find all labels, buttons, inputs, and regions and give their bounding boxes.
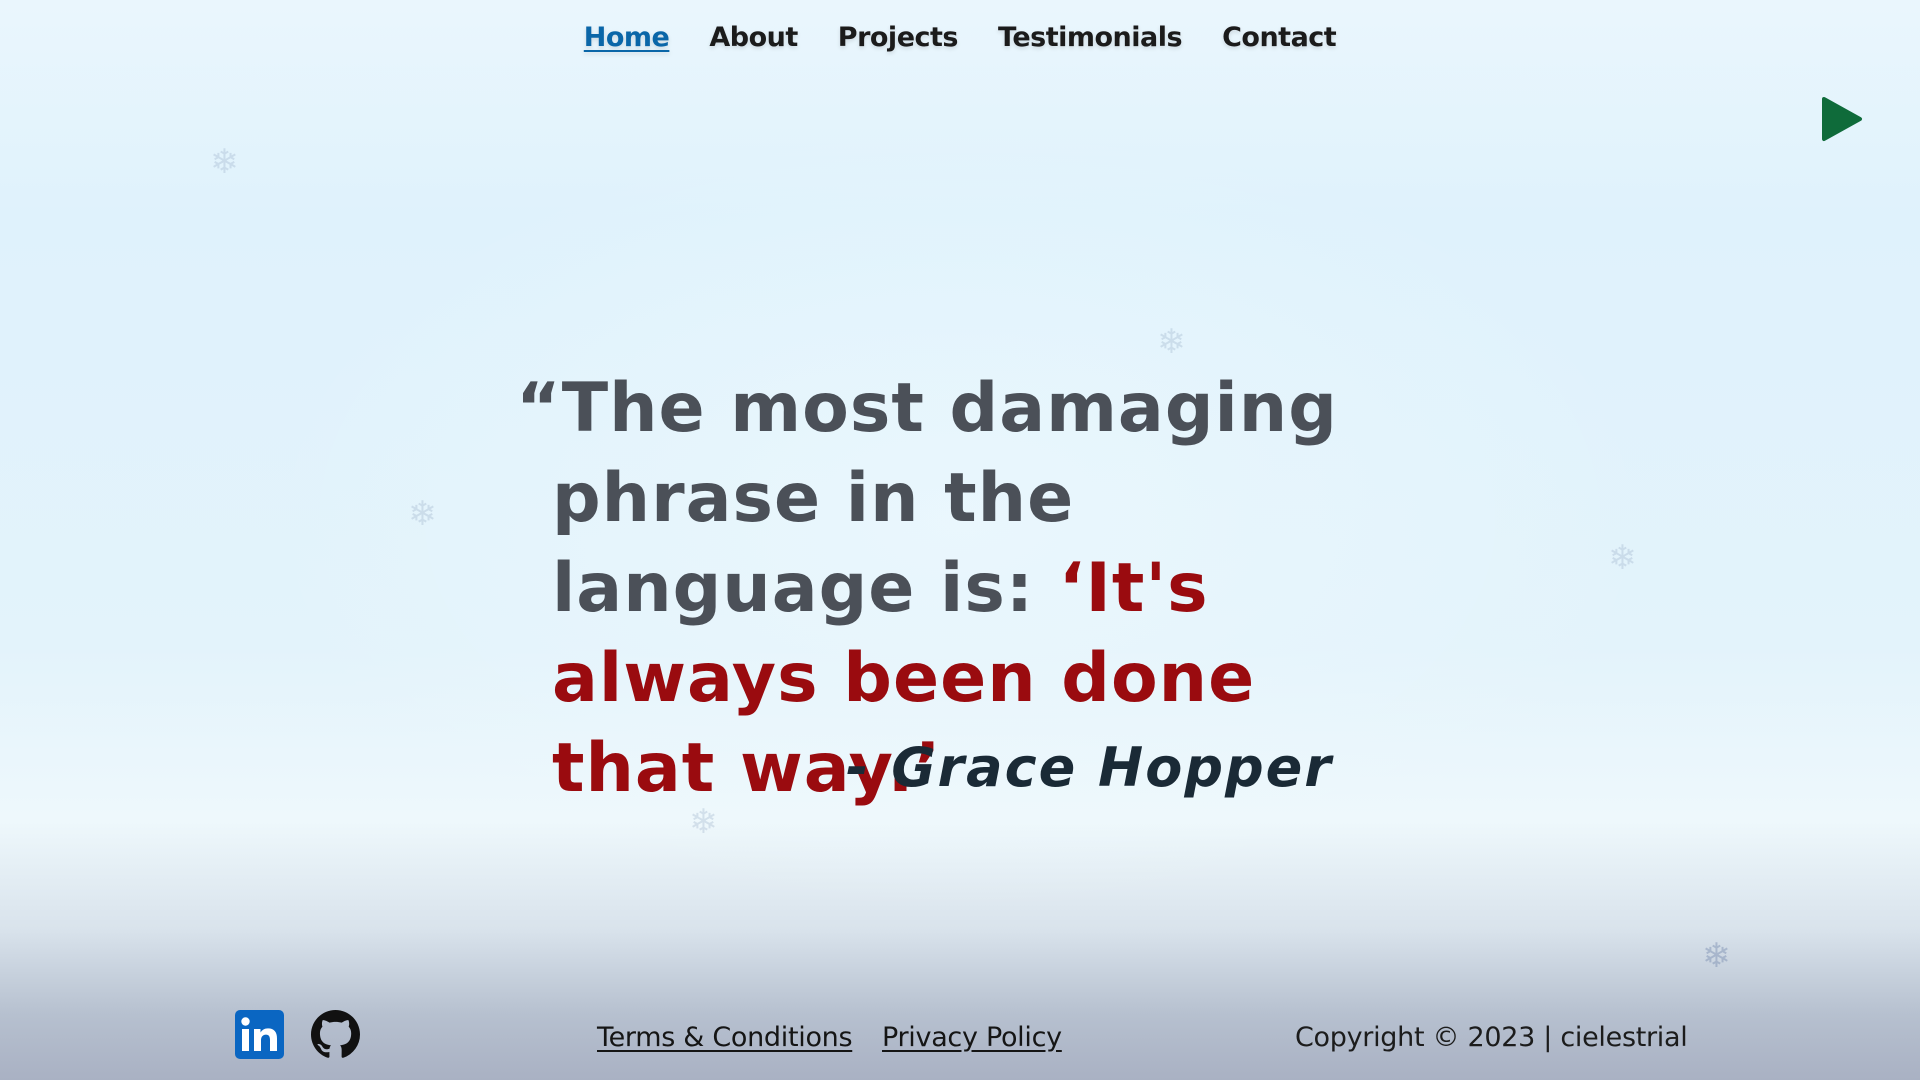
privacy-link[interactable]: Privacy Policy <box>882 1022 1062 1053</box>
snowflake-icon: ❄ <box>210 142 239 182</box>
quote-plain-text: The most damaging phrase in the language… <box>552 369 1338 628</box>
terms-link[interactable]: Terms & Conditions <box>597 1022 853 1053</box>
copyright-text: Copyright © 2023 | cielestrial <box>1295 1022 1688 1053</box>
github-link[interactable] <box>311 1010 360 1064</box>
snowflake-icon: ❄ <box>1608 538 1637 578</box>
main-navigation: Home About Projects Testimonials Contact <box>0 22 1920 53</box>
play-icon <box>1822 97 1862 141</box>
linkedin-link[interactable] <box>235 1010 284 1064</box>
github-icon <box>311 1010 360 1058</box>
nav-contact-link[interactable]: Contact <box>1222 22 1337 53</box>
quote-author: - Grace Hopper <box>846 736 1333 799</box>
nav-projects-link[interactable]: Projects <box>838 22 959 53</box>
nav-testimonials-link[interactable]: Testimonials <box>998 22 1183 53</box>
snowflake-icon: ❄ <box>408 494 437 534</box>
quote-open-mark: “ <box>516 369 562 448</box>
music-play-button[interactable] <box>1818 96 1864 142</box>
snowflake-icon: ❄ <box>1157 322 1186 362</box>
linkedin-icon <box>235 1010 284 1059</box>
nav-home-link[interactable]: Home <box>584 22 670 53</box>
snowflake-icon: ❄ <box>1702 936 1731 976</box>
nav-about-link[interactable]: About <box>709 22 798 53</box>
site-footer: Terms & Conditions Privacy Policy Copyri… <box>0 1010 1920 1070</box>
